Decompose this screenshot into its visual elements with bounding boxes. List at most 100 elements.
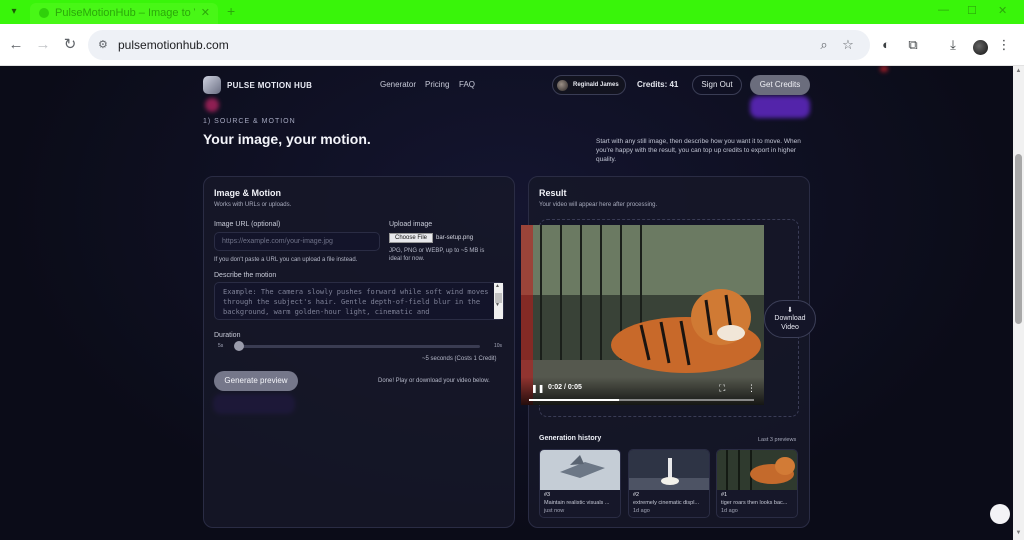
result-subtitle: Your video will appear here after proces… [539,202,658,208]
page-scrollbar[interactable]: ▲ ▼ [1013,66,1024,540]
generate-preview-button[interactable]: Generate preview [214,371,298,391]
scroll-down-icon[interactable]: ▼ [495,302,500,308]
history-time: 1d ago [721,508,738,514]
page-title: Your image, your motion. [203,131,371,147]
site-info-icon[interactable]: ⚙ [98,38,112,52]
reload-icon[interactable]: ↻ [60,35,80,55]
glow-artifact [205,98,219,112]
tab-close-icon[interactable]: ✕ [201,6,210,19]
history-time: 1d ago [633,508,650,514]
zoom-icon[interactable]: ⌕ [816,37,832,53]
video-progress-bar[interactable] [529,399,754,401]
motion-label: Describe the motion [214,272,277,279]
result-title: Result [539,188,567,198]
url-hint: If you don't paste a URL you can upload … [214,257,358,263]
credits-label: Credits: [637,80,668,89]
back-icon[interactable]: ← [6,35,26,55]
image-motion-card: Image & Motion Works with URLs or upload… [203,176,515,528]
duration-label: Duration [214,332,241,339]
get-credits-button[interactable]: Get Credits [750,75,810,95]
credits-display: Credits: 41 [637,80,678,89]
sign-out-button[interactable]: Sign Out [692,75,742,95]
page: PULSE MOTION HUB Generator Pricing FAQ R… [0,66,1013,540]
upload-hint-line-2: ideal for now. [389,256,425,262]
user-name: Reginald James [573,82,619,88]
history-id: #3 [544,492,551,498]
upload-label: Upload image [389,221,433,228]
duration-slider-track[interactable] [238,345,480,348]
new-tab-icon[interactable]: + [227,3,235,19]
intro-text: Start with any still image, then describ… [596,138,801,163]
scroll-up-icon[interactable]: ▲ [495,283,500,289]
glow-artifact [880,66,888,72]
fullscreen-icon[interactable]: ⛶ [719,383,725,394]
history-thumbnail [540,450,620,490]
card-title: Image & Motion [214,188,281,198]
download-label-1: Download [774,315,806,322]
download-icon: ⬇ [787,307,793,314]
duration-slider-thumb[interactable] [234,341,244,351]
choose-file-button[interactable]: Choose File [389,233,433,243]
motion-textarea[interactable]: Example: The camera slowly pushes forwar… [214,282,504,320]
pause-icon[interactable]: ❚❚ [531,384,544,393]
scroll-down-icon[interactable]: ▼ [1015,530,1022,536]
tab-search-icon[interactable]: ▾ [6,4,22,20]
history-id: #1 [721,492,728,498]
history-text: Maintain realistic visuals ... [544,500,610,506]
upload-hint-line-1: JPG, PNG or WEBP, up to ~5 MB is [389,248,485,254]
credits-value: 41 [669,80,679,89]
history-id: #2 [633,492,640,498]
history-time: just now [544,508,565,514]
extensions-puzzle-icon[interactable]: ⧉ [905,37,921,53]
minimize-icon[interactable]: — [938,4,949,16]
profile-avatar[interactable] [973,40,988,55]
forward-icon[interactable]: → [33,35,53,55]
close-window-icon[interactable]: ✕ [998,4,1007,17]
bookmark-star-icon[interactable]: ☆ [840,37,856,53]
address-bar[interactable]: ⚙ pulsemotionhub.com ⌕ ☆ [88,30,870,60]
history-thumbnail [629,450,709,490]
image-url-input[interactable]: https://example.com/your-image.jpg [214,232,380,251]
assistant-bubble-icon[interactable] [990,504,1010,524]
site-nav: PULSE MOTION HUB Generator Pricing FAQ R… [203,75,810,97]
user-avatar [557,80,568,91]
scroll-up-icon[interactable]: ▲ [1015,68,1022,74]
downloads-icon[interactable]: ⤓ [945,37,961,53]
page-scroll-thumb[interactable] [1015,154,1022,324]
browser-toolbar: ← → ↻ ⚙ pulsemotionhub.com ⌕ ☆ ◐ ⧉ ⤓ ⋮ [0,24,1024,66]
download-label-2: Video [781,324,799,331]
card-subtitle: Works with URLs or uploads. [214,202,292,208]
nav-link-faq[interactable]: FAQ [459,80,475,89]
tab-favicon-icon [39,8,49,18]
video-more-icon[interactable]: ⋮ [747,383,756,394]
history-text: tiger roars then looks bac... [721,500,788,506]
nav-link-pricing[interactable]: Pricing [425,80,449,89]
menu-kebab-icon[interactable]: ⋮ [996,37,1012,53]
browser-tab[interactable]: PulseMotionHub – Image to Vi ✕ [30,3,218,24]
upload-hint: JPG, PNG or WEBP, up to ~5 MB is ideal fo… [389,247,484,263]
image-url-label: Image URL (optional) [214,221,281,228]
download-video-button[interactable]: ⬇ Download Video [764,300,816,338]
file-name: bar-setup.png [436,235,474,241]
brand-name[interactable]: PULSE MOTION HUB [227,81,312,90]
url-text[interactable]: pulsemotionhub.com [118,38,229,52]
tab-title: PulseMotionHub – Image to Vi [55,7,195,19]
maximize-icon[interactable]: ☐ [967,4,977,17]
video-time: 0:02 / 0:05 [548,384,582,391]
history-item[interactable]: #3 Maintain realistic visuals ... just n… [539,449,621,518]
history-item[interactable]: #2 extremely cinematic displ... 1d ago [628,449,710,518]
textarea-scrollbar[interactable]: ▲ ▼ [494,283,503,319]
nav-link-generator[interactable]: Generator [380,80,416,89]
logo-icon[interactable] [203,76,221,94]
duration-note: ~5 seconds (Costs 1 Credit) [422,356,497,362]
history-thumbnail [717,450,797,490]
tab-strip: ▾ PulseMotionHub – Image to Vi ✕ + — ☐ ✕ [0,0,1024,24]
history-text: extremely cinematic displ... [633,500,700,506]
history-note: Last 3 previews [758,437,797,443]
step-label: 1) SOURCE & MOTION [203,118,296,125]
history-item[interactable]: #1 tiger roars then looks bac... 1d ago [716,449,798,518]
video-progress-fill [529,399,619,401]
user-pill[interactable]: Reginald James [552,75,626,95]
video-player[interactable]: ❚❚ 0:02 / 0:05 ⛶ ⋮ [521,225,764,405]
extension-avatar-icon[interactable]: ◐ [878,37,894,53]
